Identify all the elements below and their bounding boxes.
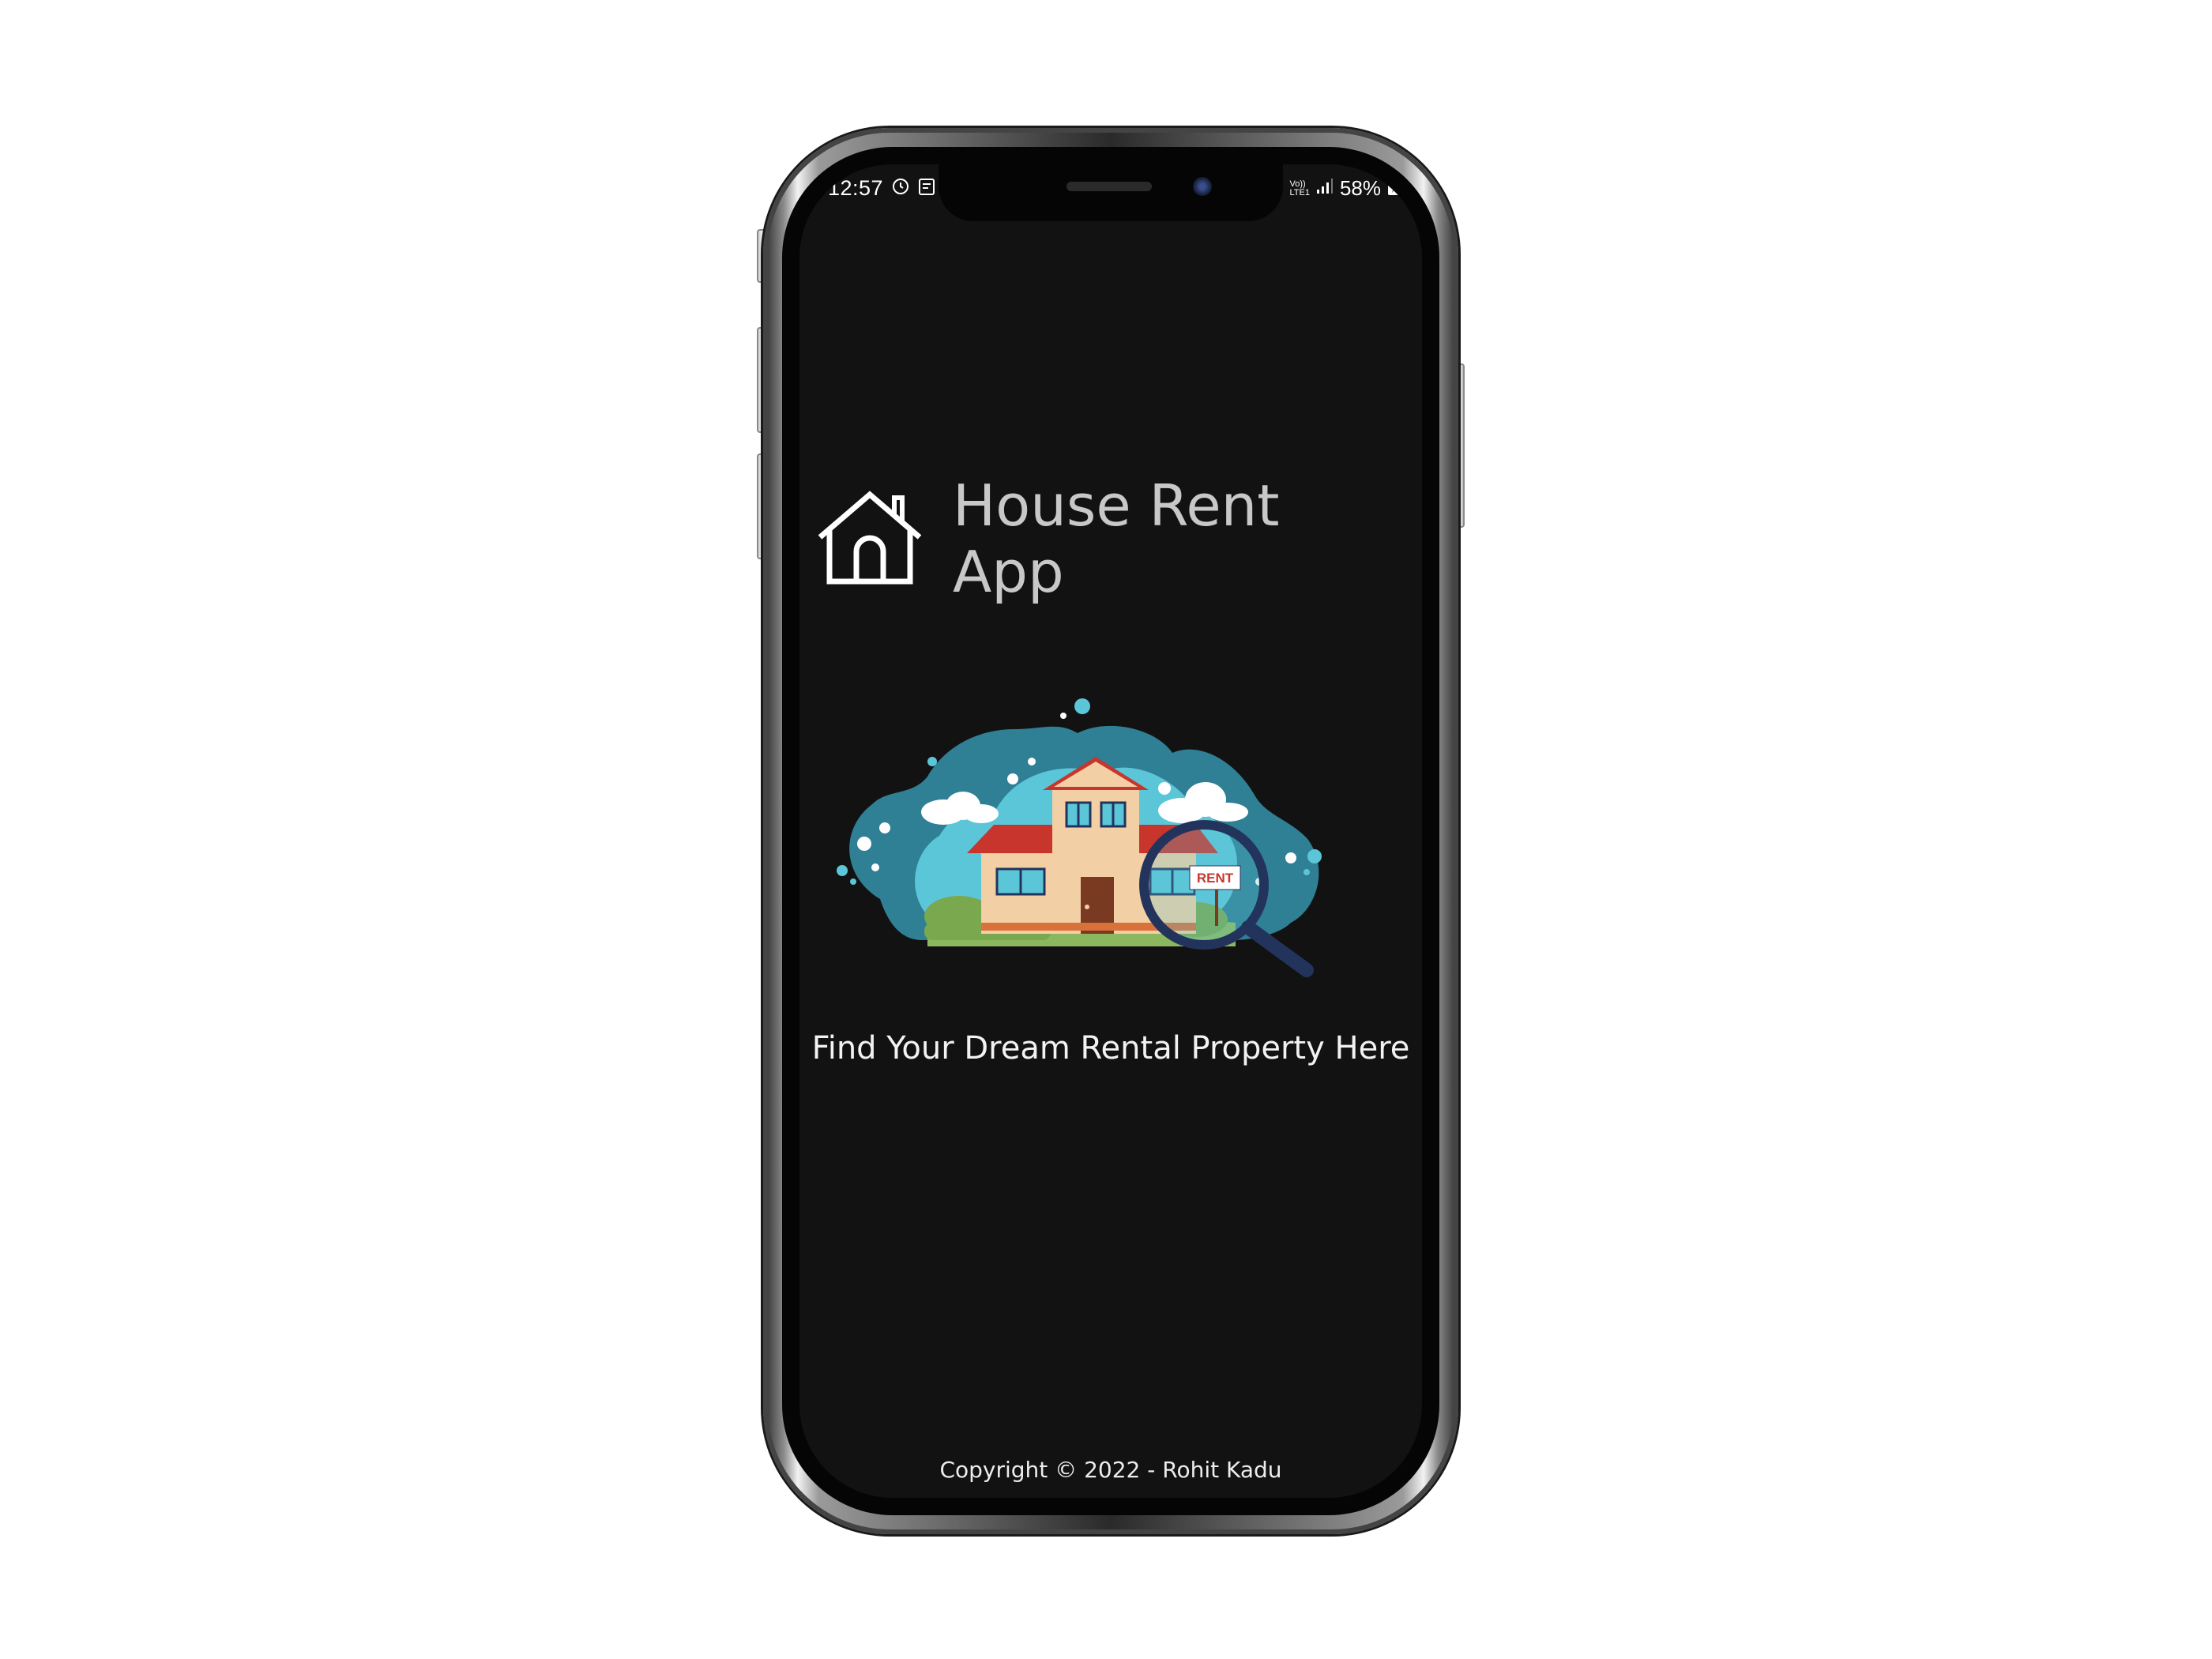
notch	[939, 164, 1283, 221]
battery-percent: 58%	[1339, 176, 1381, 200]
app-header: House Rent App	[817, 472, 1405, 605]
status-bar-left: 12:57	[828, 176, 935, 201]
rent-sign-text: RENT	[1197, 871, 1234, 886]
signal-icon	[1316, 179, 1334, 198]
network-label: Vo)) LTE1	[1289, 179, 1310, 198]
home-outline-icon	[817, 488, 923, 590]
status-time: 12:57	[828, 176, 884, 200]
app-title: House Rent App	[953, 472, 1280, 605]
lte-label: LTE1	[1289, 187, 1310, 198]
copyright-footer: Copyright © 2022 - Rohit Kadu	[939, 1457, 1282, 1483]
volte-label: Vo))	[1289, 179, 1306, 189]
front-camera	[1193, 177, 1212, 196]
clipboard-icon	[918, 177, 935, 200]
rental-house-illustration: RENT	[837, 698, 1322, 977]
battery-charging-icon	[1387, 177, 1400, 200]
earpiece-speaker	[1066, 182, 1152, 191]
tagline: Find Your Dream Rental Property Here	[811, 1030, 1410, 1066]
app-screen: 12:57 Vo)) LTE1 58% House Rent App RENT …	[799, 164, 1422, 1498]
sync-icon	[891, 177, 910, 200]
status-bar-right: Vo)) LTE1 58%	[1289, 176, 1400, 201]
